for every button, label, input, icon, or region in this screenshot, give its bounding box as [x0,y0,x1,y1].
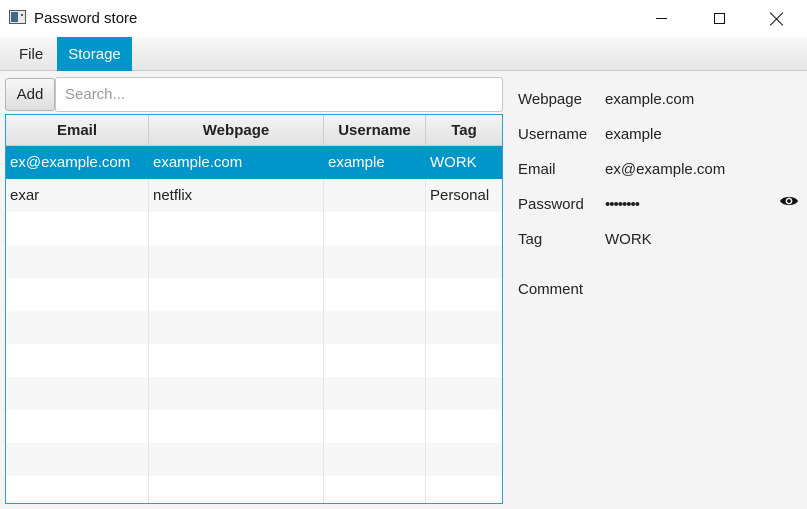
add-button[interactable]: Add [5,78,55,111]
detail-comment-label: Comment [518,281,584,298]
empty-row [6,476,502,503]
empty-row [6,377,502,410]
empty-row [6,245,502,278]
cell-tag: WORK [430,154,477,171]
empty-row [6,212,502,245]
close-button[interactable] [754,0,800,37]
menu-bar: File Storage [0,37,807,71]
cell-username: example [324,146,426,179]
cell-username [324,179,426,212]
empty-row [6,344,502,377]
menu-storage[interactable]: Storage [57,37,132,71]
cell-email: ex@example.com [6,146,149,179]
detail-password-value: •••••••• [605,196,640,213]
detail-password-label: Password [518,196,584,213]
minimize-icon [655,18,667,19]
eye-icon[interactable] [779,194,799,208]
detail-webpage-value: example.com [605,91,695,108]
detail-username-label: Username [518,126,588,143]
table-header: Email Webpage Username Tag [6,115,502,146]
detail-tag-label: Tag [518,231,543,248]
window-title: Password store [34,10,138,27]
table-row[interactable]: ex@example.com example.com example WORK [6,146,502,179]
column-header-username[interactable]: Username [324,115,426,146]
cell-email: exar [6,179,149,212]
empty-row [6,311,502,344]
minimize-button[interactable] [638,0,684,37]
detail-username-value: example [605,126,662,143]
empty-row [6,278,502,311]
close-icon [770,12,784,26]
title-bar: Password store [0,0,807,37]
app-icon [9,10,26,24]
cell-webpage: example.com [149,146,324,179]
column-header-email[interactable]: Email [6,115,149,146]
menu-file[interactable]: File [9,37,53,71]
cell-webpage: netflix [149,179,324,212]
search-input[interactable] [55,77,503,112]
table-row[interactable]: exar netflix Personal [6,179,502,212]
detail-webpage-label: Webpage [518,91,582,108]
column-header-webpage[interactable]: Webpage [149,115,324,146]
empty-row [6,443,502,476]
maximize-button[interactable] [696,0,742,37]
detail-email-value: ex@example.com [605,161,726,178]
detail-email-label: Email [518,161,556,178]
detail-tag-value: WORK [605,231,652,248]
maximize-icon [713,13,725,24]
cell-tag: Personal [430,187,490,204]
entries-table: Email Webpage Username Tag ex@example.co… [5,114,503,504]
column-header-tag[interactable]: Tag [426,115,502,146]
empty-row [6,410,502,443]
